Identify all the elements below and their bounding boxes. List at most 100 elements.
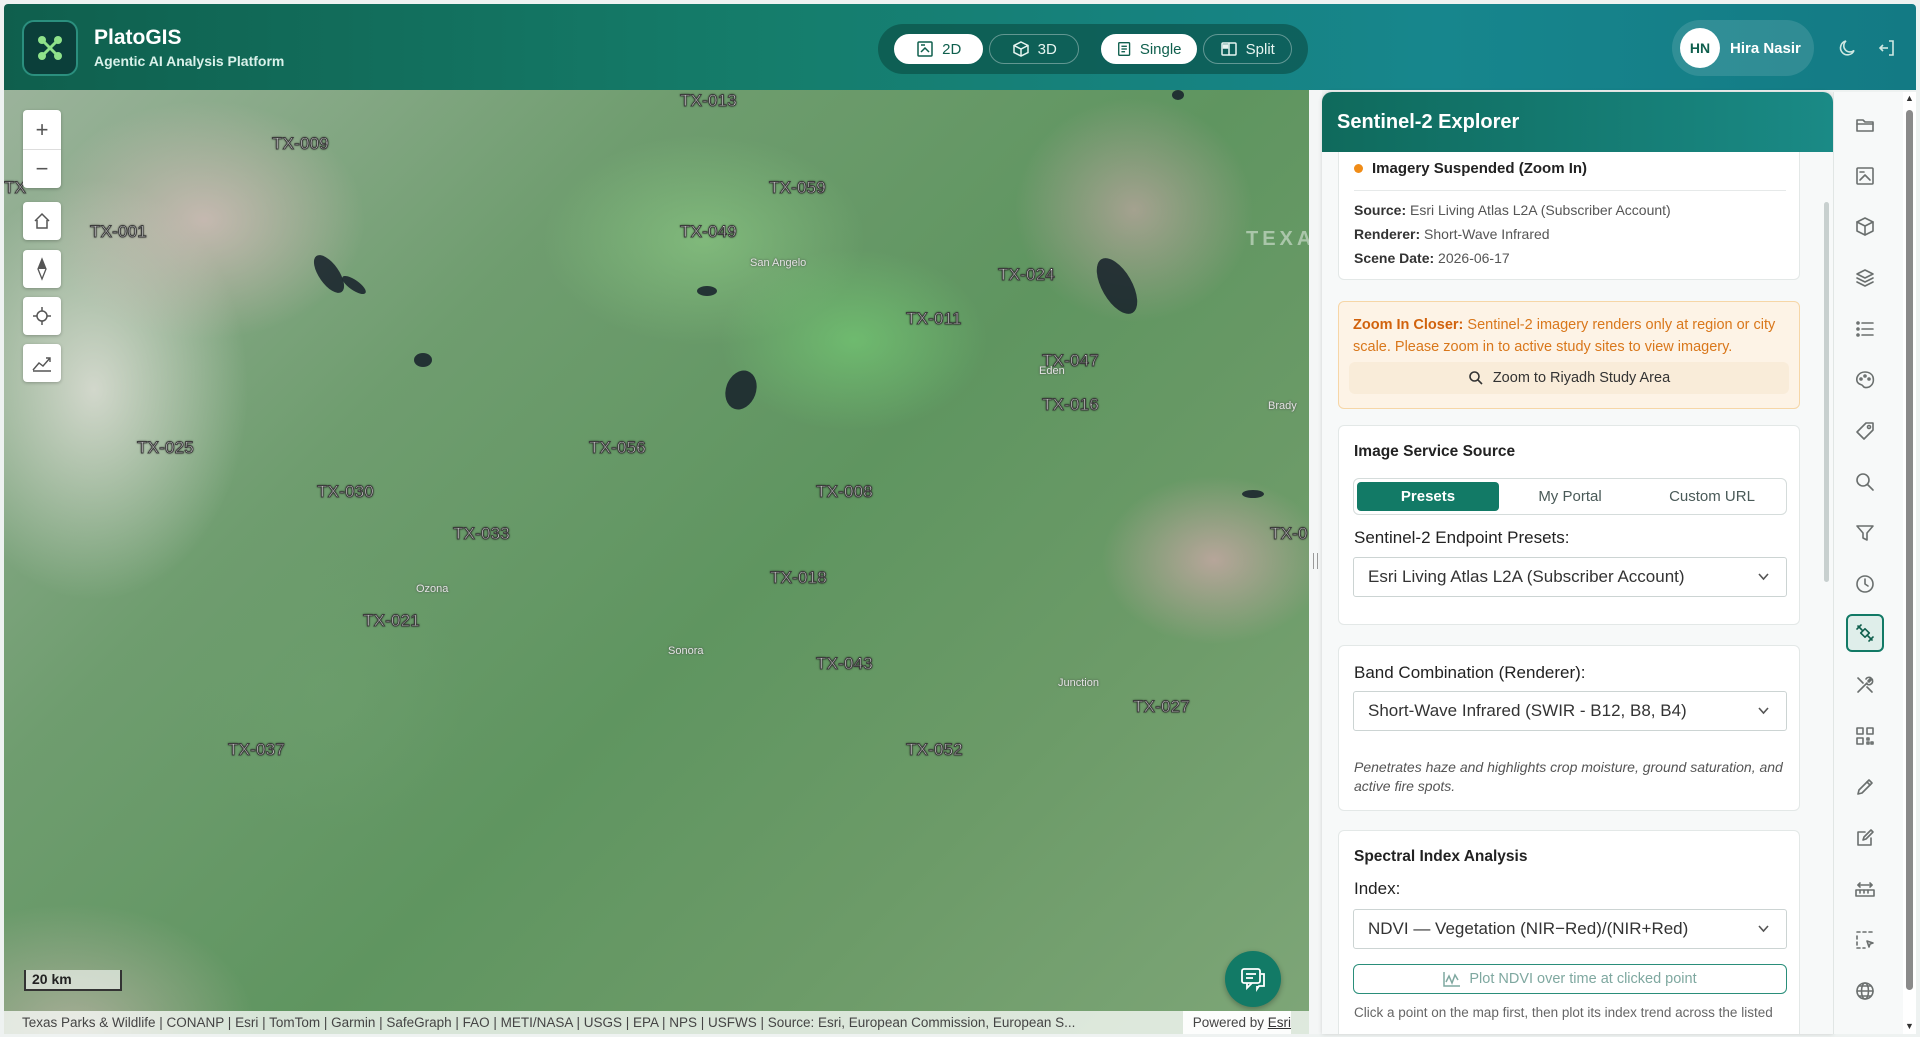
- rail-globe-button[interactable]: [1846, 972, 1884, 1010]
- cube-icon: [1012, 41, 1029, 57]
- image-service-card: Image Service Source Presets My Portal C…: [1338, 425, 1800, 625]
- tab-custom-url[interactable]: Custom URL: [1641, 482, 1783, 511]
- single-view-button[interactable]: Single: [1100, 34, 1197, 64]
- view-2d-label: 2D: [942, 40, 962, 58]
- index-select[interactable]: NDVI — Vegetation (NIR−Red)/(NIR+Red): [1353, 909, 1787, 949]
- site-label[interactable]: TX-013: [680, 91, 738, 111]
- logout-icon[interactable]: [1876, 37, 1898, 59]
- rail-layers-button[interactable]: [1846, 259, 1884, 297]
- site-label[interactable]: TX-037: [228, 740, 286, 760]
- plot-ndvi-label: Plot NDVI over time at clicked point: [1469, 971, 1697, 987]
- top-header: PlatoGIS Agentic AI Analysis Platform 2D…: [4, 4, 1916, 90]
- rail-draw-button[interactable]: [1846, 768, 1884, 806]
- rail-search-button[interactable]: [1846, 463, 1884, 501]
- status-dot-icon: [1354, 164, 1363, 173]
- lake-shape: [1242, 490, 1264, 498]
- presets-label: Sentinel-2 Endpoint Presets:: [1354, 528, 1570, 547]
- rail-satellite-button[interactable]: [1846, 614, 1884, 652]
- spectral-hint: Click a point on the map first, then plo…: [1354, 1005, 1773, 1020]
- home-button[interactable]: [23, 202, 61, 240]
- site-label[interactable]: TX-025: [137, 438, 195, 458]
- scene-date-meta: Scene Date: 2026-06-17: [1354, 250, 1510, 266]
- rail-filter-button[interactable]: [1846, 514, 1884, 552]
- spectral-index-card: Spectral Index Analysis Index: NDVI — Ve…: [1338, 830, 1800, 1034]
- tab-presets[interactable]: Presets: [1357, 482, 1499, 511]
- basemap-toggle-button[interactable]: [23, 344, 61, 382]
- site-label[interactable]: TX-001: [90, 222, 148, 242]
- view-2d-button[interactable]: 2D: [894, 34, 984, 64]
- site-label[interactable]: TX-016: [1042, 395, 1100, 415]
- tab-my-portal[interactable]: My Portal: [1499, 482, 1641, 511]
- user-menu[interactable]: HN Hira Nasir: [1672, 20, 1814, 76]
- esri-link[interactable]: Esri: [1268, 1015, 1291, 1030]
- search-icon: [1856, 473, 1874, 491]
- site-label[interactable]: TX-027: [1133, 697, 1191, 717]
- split-view-label: Split: [1245, 40, 1275, 58]
- sentinel-explorer-panel: Sentinel-2 Explorer Imagery Suspended (Z…: [1322, 92, 1833, 1034]
- site-label[interactable]: TX-011: [906, 309, 962, 329]
- moon-icon[interactable]: [1837, 37, 1859, 59]
- compass-button[interactable]: [23, 250, 61, 288]
- layers-icon: [1856, 269, 1874, 287]
- split-view-icon: [1220, 42, 1237, 56]
- zoom-to-study-area-button[interactable]: Zoom to Riyadh Study Area: [1349, 362, 1789, 394]
- qr-icon: [1856, 727, 1874, 745]
- locate-button[interactable]: [23, 297, 61, 335]
- site-label[interactable]: TX-030: [317, 482, 375, 502]
- plot-ndvi-button[interactable]: Plot NDVI over time at clicked point: [1353, 964, 1787, 994]
- rail-history-button[interactable]: [1846, 565, 1884, 603]
- source-tabs: Presets My Portal Custom URL: [1353, 478, 1787, 515]
- zoom-out-button[interactable]: −: [23, 149, 61, 188]
- status-text: Imagery Suspended (Zoom In): [1372, 160, 1588, 177]
- rail-measure-button[interactable]: [1846, 870, 1884, 908]
- band-combination-select[interactable]: Short-Wave Infrared (SWIR - B12, B8, B4): [1353, 691, 1787, 731]
- panel-scrollbar[interactable]: [1824, 202, 1829, 582]
- image-service-title: Image Service Source: [1354, 443, 1516, 460]
- region-label: TEXA: [1246, 228, 1309, 250]
- panel-body[interactable]: Imagery Suspended (Zoom In) Source: Esri…: [1322, 152, 1833, 1034]
- lake-shape: [414, 353, 432, 367]
- site-label[interactable]: TX-008: [816, 482, 874, 502]
- town-label: Junction: [1058, 677, 1099, 689]
- rail-palette-button[interactable]: [1846, 361, 1884, 399]
- rail-select-button[interactable]: [1846, 921, 1884, 959]
- site-label[interactable]: TX-009: [272, 134, 330, 154]
- panel-resize-handle[interactable]: [1309, 90, 1322, 1034]
- molecule-logo-icon: [38, 36, 62, 60]
- lake-shape: [720, 366, 762, 414]
- rail-qr-button[interactable]: [1846, 717, 1884, 755]
- site-label[interactable]: TX-043: [816, 654, 874, 674]
- site-label[interactable]: TX-056: [589, 438, 647, 458]
- site-label[interactable]: TX-049: [680, 222, 738, 242]
- rail-edit-button[interactable]: [1846, 819, 1884, 857]
- app-root: PlatoGIS Agentic AI Analysis Platform 2D…: [0, 0, 1920, 1037]
- scroll-up-arrow-icon[interactable]: ▲: [1905, 94, 1914, 103]
- scrollbar-thumb[interactable]: [1906, 110, 1913, 990]
- rail-tools-button[interactable]: [1846, 666, 1884, 704]
- rail-tag-button[interactable]: [1846, 412, 1884, 450]
- measure-icon: [1855, 882, 1875, 897]
- site-label[interactable]: TX-018: [770, 568, 828, 588]
- rail-3d-button[interactable]: [1846, 208, 1884, 246]
- zoom-in-button[interactable]: +: [23, 110, 61, 149]
- index-label: Index:: [1354, 879, 1401, 898]
- endpoint-preset-select[interactable]: Esri Living Atlas L2A (Subscriber Accoun…: [1353, 557, 1787, 597]
- scroll-down-arrow-icon[interactable]: ▼: [1905, 1022, 1914, 1031]
- zoom-control: + −: [23, 110, 61, 188]
- rail-2d-map-button[interactable]: [1846, 157, 1884, 195]
- compass-icon: [37, 257, 47, 281]
- page-scrollbar[interactable]: ▲ ▼: [1903, 92, 1916, 1034]
- site-label[interactable]: TX-033: [453, 524, 511, 544]
- site-label[interactable]: TX-052: [906, 740, 964, 760]
- view-3d-button[interactable]: 3D: [989, 34, 1079, 64]
- split-view-button[interactable]: Split: [1202, 34, 1292, 64]
- chat-assistant-button[interactable]: [1225, 951, 1281, 1007]
- map-view[interactable]: TX-013 TX-009 TX-059 TX-049 TX-001 TX TX…: [4, 90, 1309, 1034]
- site-label[interactable]: TX-024: [998, 265, 1056, 285]
- rail-list-button[interactable]: [1846, 310, 1884, 348]
- site-label[interactable]: TX-0: [1270, 524, 1308, 544]
- rail-folder-button[interactable]: [1846, 106, 1884, 144]
- site-label[interactable]: TX-021: [363, 611, 421, 631]
- line-chart-icon: [1443, 972, 1461, 987]
- site-label[interactable]: TX-059: [769, 178, 827, 198]
